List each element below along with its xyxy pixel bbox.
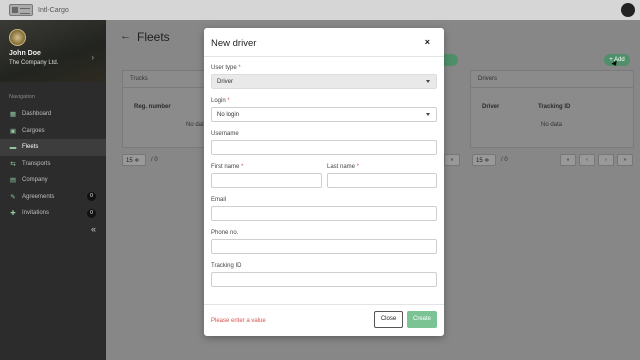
trucks-page-size-select[interactable]: 15 ≑ [122,154,146,166]
back-arrow-icon[interactable]: ← [120,30,131,42]
sidebar-item-invitations[interactable]: ✚ Invitations 0 [0,205,106,222]
pager-last-button[interactable]: « [444,154,460,166]
user-menu-icon[interactable] [621,3,635,17]
username-label: Username [211,131,239,137]
last-name-label: Last name * [327,164,360,170]
pager-first-button[interactable]: « [560,154,576,166]
sidebar-item-label: Cargoes [22,127,45,134]
email-input[interactable] [211,206,437,221]
sidebar-item-cargoes[interactable]: ▣ Cargoes [0,123,106,140]
pager-last-button[interactable]: » [617,154,633,166]
top-bar: Intl-Cargo [0,0,640,20]
drivers-panel-title: Drivers [471,71,633,88]
agreement-icon: ✎ [10,193,16,201]
building-icon: ▤ [9,177,17,185]
column-header-driver[interactable]: Driver [482,104,499,110]
phone-input[interactable] [211,239,437,254]
chevron-down-icon [426,113,430,116]
cargo-icon: ▣ [9,127,17,135]
dialog-header: New driver × [204,28,444,57]
collapse-sidebar-icon[interactable]: « [91,224,96,234]
invitations-count-badge: 0 [87,208,96,218]
user-plus-icon: ✚ [10,210,16,218]
trucks-page-count: / 0 [151,157,158,163]
app-logo[interactable] [9,4,33,16]
drivers-empty-text: No data [541,122,563,128]
sidebar-item-fleets[interactable]: ▬ Fleets [0,139,106,156]
sidebar-item-label: Company [22,177,48,184]
agreements-count-badge: 0 [87,192,96,202]
column-header-tracking-id[interactable]: Tracking ID [538,104,570,110]
sidebar-item-label: Agreements [22,193,55,200]
page-title: Fleets [137,30,170,44]
truck-icon: ▬ [9,143,17,151]
username-input[interactable] [211,140,437,155]
sidebar: John Doe The Company Ltd. › Navigation ▦… [0,20,106,360]
sidebar-item-label: Fleets [22,144,39,151]
tracking-id-label: Tracking ID [211,263,242,269]
sidebar-item-transports[interactable]: ⇆ Transports [0,156,106,173]
nav-title: Navigation [9,94,35,100]
sidebar-item-company[interactable]: ▤ Company [0,172,106,189]
create-button[interactable]: Create [407,311,437,328]
last-name-input[interactable] [327,173,437,188]
drivers-page-size-select[interactable]: 15 ≑ [472,154,496,166]
login-select[interactable]: No login [211,107,437,122]
chevron-down-icon [426,80,430,83]
mouse-cursor-icon [611,60,619,68]
pager-next-button[interactable]: › [598,154,614,166]
sidebar-item-label: Transports [22,160,51,167]
app-title: Intl-Cargo [38,6,69,14]
login-label: Login * [211,98,230,104]
chevron-right-icon[interactable]: › [91,53,94,62]
drivers-panel: Drivers Driver Tracking ID No data [470,70,634,148]
sidebar-item-dashboard[interactable]: ▦ Dashboard [0,106,106,123]
dialog-footer: Please enter a value Close Create [204,304,444,336]
pager-prev-button[interactable]: ‹ [579,154,595,166]
first-name-label: First name * [211,164,244,170]
validation-error: Please enter a value [211,318,266,324]
transport-icon: ⇆ [10,160,16,168]
user-type-label: User type * [211,65,241,71]
profile-company: The Company Ltd. [9,60,59,66]
new-driver-dialog: New driver × User type * Driver Login * … [204,28,444,336]
avatar [9,29,26,46]
close-button[interactable]: Close [374,311,403,328]
drivers-page-count: / 0 [501,157,508,163]
tracking-id-input[interactable] [211,272,437,287]
login-value: No login [217,112,240,118]
user-type-value: Driver [217,79,233,85]
sidebar-item-label: Invitations [22,210,50,217]
phone-label: Phone no. [211,230,239,236]
dialog-title: New driver [211,38,257,49]
close-icon[interactable]: × [425,37,430,47]
sidebar-item-agreements[interactable]: ✎ Agreements 0 [0,189,106,206]
first-name-input[interactable] [211,173,322,188]
email-label: Email [211,197,227,203]
column-header-reg-number[interactable]: Reg. number [134,104,171,110]
nav-list: ▦ Dashboard ▣ Cargoes ▬ Fleets ⇆ Transpo… [0,106,106,222]
profile-card[interactable]: John Doe The Company Ltd. › [0,20,106,82]
user-type-select[interactable]: Driver [211,74,437,89]
sidebar-item-label: Dashboard [22,111,52,118]
dashboard-icon: ▦ [9,111,17,119]
profile-name: John Doe [9,50,41,57]
